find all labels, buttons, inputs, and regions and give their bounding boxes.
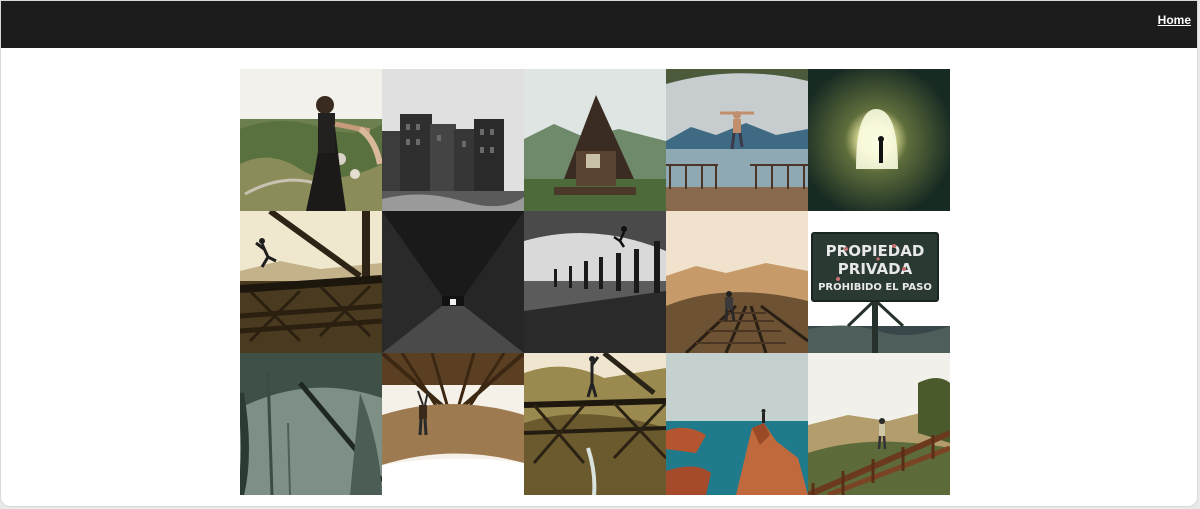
photo-wooden-cabin[interactable] [524, 69, 666, 211]
photo-jump-over-posts[interactable] [524, 211, 666, 353]
photo-tunnel-light[interactable] [808, 69, 950, 211]
photo-private-property-sign-image: PROPIEDAD PRIVADA PROHIBIDO EL PASO [808, 211, 950, 353]
sign-line-2: PRIVADA [838, 260, 913, 278]
photo-private-property-sign[interactable]: PROPIEDAD PRIVADA PROHIBIDO EL PASO [808, 211, 950, 353]
photo-walk-on-rails-image [666, 211, 808, 353]
photo-leap-on-bridge[interactable] [240, 211, 382, 353]
photo-sea-cliffs[interactable] [666, 353, 808, 495]
photo-standing-on-truss-image [524, 353, 666, 495]
photo-man-cliff-overlook-image [240, 69, 382, 211]
photo-gallery-grid: PROPIEDAD PRIVADA PROHIBIDO EL PASO [240, 69, 950, 495]
photo-concrete-buildings-image [382, 69, 524, 211]
browser-window: Home PROPIEDAD PRIVADA PROHIBIDO EL PASO [0, 0, 1198, 507]
sign-line-1: PROPIEDAD [826, 242, 925, 260]
home-link[interactable]: Home [1158, 13, 1191, 27]
sign-line-3: PROHIBIDO EL PASO [818, 282, 932, 293]
photo-walk-on-rails[interactable] [666, 211, 808, 353]
photo-man-cliff-overlook[interactable] [240, 69, 382, 211]
photo-hanging-from-bridge[interactable] [382, 353, 524, 495]
photo-tunnel-light-image [808, 69, 950, 211]
photo-jump-from-pier-image [666, 69, 808, 211]
photo-wooden-cabin-image [524, 69, 666, 211]
photo-sea-cliffs-image [666, 353, 808, 495]
top-nav-bar: Home [1, 1, 1197, 48]
photo-jump-over-posts-image [524, 211, 666, 353]
photo-jump-from-pier[interactable] [666, 69, 808, 211]
photo-concrete-buildings[interactable] [382, 69, 524, 211]
photo-hanging-from-bridge-image [382, 353, 524, 495]
photo-leap-on-bridge-image [240, 211, 382, 353]
photo-bridge-walk-hills-image [808, 353, 950, 495]
photo-dark-tunnel[interactable] [382, 211, 524, 353]
photo-standing-on-truss[interactable] [524, 353, 666, 495]
photo-dark-tunnel-image [382, 211, 524, 353]
photo-misty-forest-image [240, 353, 382, 495]
photo-bridge-walk-hills[interactable] [808, 353, 950, 495]
photo-misty-forest[interactable] [240, 353, 382, 495]
